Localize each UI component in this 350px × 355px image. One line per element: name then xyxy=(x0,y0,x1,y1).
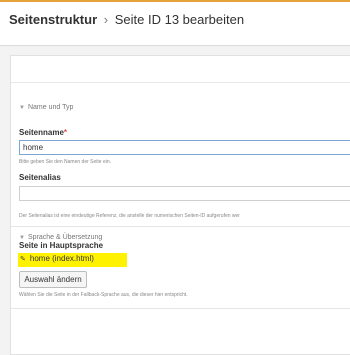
panel-header xyxy=(11,56,350,83)
page-name-label: Seitenname* xyxy=(19,128,68,137)
select-help: Wählen Sie die Seite in der Fallback-Spr… xyxy=(19,292,188,298)
section-title-language: Sprache & Übersetzung xyxy=(27,234,103,241)
section-toggle-language[interactable]: ▼ Sprache & Übersetzung xyxy=(19,234,102,241)
chevron-down-icon: ▼ xyxy=(19,105,25,111)
page-alias-help: Der Seitenalias ist eine eindeutige Refe… xyxy=(19,213,240,219)
page-alias-label: Seitenalias xyxy=(19,173,61,182)
page-name-input[interactable]: home xyxy=(19,140,350,155)
change-selection-button[interactable]: Auswahl ändern xyxy=(19,271,87,288)
required-marker: * xyxy=(63,128,68,137)
section-divider-bottom xyxy=(11,308,350,309)
breadcrumb: Seitenstruktur › Seite ID 13 bearbeiten xyxy=(9,12,244,27)
pencil-icon: ✎ xyxy=(20,256,26,263)
breadcrumb-separator: › xyxy=(103,12,109,27)
section-toggle-name-type[interactable]: ▼ Name und Typ xyxy=(19,104,73,111)
page-name-help: Bitte geben Sie den Namen der Seite ein. xyxy=(19,159,112,165)
page-alias-input[interactable] xyxy=(19,186,350,201)
section-divider xyxy=(11,226,350,227)
edit-page-panel: ▼ Name und Typ Seitenname* home Bitte geb… xyxy=(10,55,350,355)
page-title: Seite ID 13 bearbeiten xyxy=(114,12,245,27)
top-bar: Seitenstruktur › Seite ID 13 bearbeiten xyxy=(0,0,350,46)
breadcrumb-module[interactable]: Seitenstruktur xyxy=(9,12,97,27)
main-language-page-label: Seite in Hauptsprache xyxy=(19,241,104,250)
section-title-name-type: Name und Typ xyxy=(27,104,74,111)
linked-page-link[interactable]: ✎ home (index.html) xyxy=(20,254,94,263)
linked-page-text: home (index.html) xyxy=(29,254,94,263)
